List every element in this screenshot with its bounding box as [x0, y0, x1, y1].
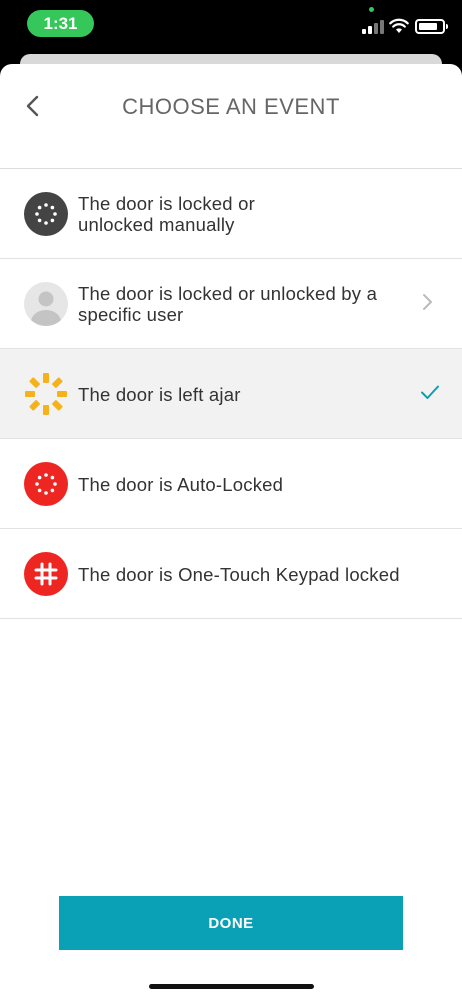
event-item-manual[interactable]: The door is locked or unlocked manually — [0, 169, 462, 259]
wifi-icon — [389, 18, 409, 33]
home-indicator[interactable] — [149, 984, 314, 989]
event-item-specific-user[interactable]: The door is locked or unlocked by a speci… — [0, 259, 462, 349]
event-label: The door is locked or unlocked manually — [78, 193, 255, 235]
battery-icon — [415, 19, 448, 34]
mic-indicator — [369, 7, 374, 12]
header: CHOOSE AN EVENT — [0, 64, 462, 169]
ajar-icon — [25, 373, 67, 415]
page-title: CHOOSE AN EVENT — [122, 94, 340, 119]
event-label: The door is One-Touch Keypad locked — [78, 563, 400, 585]
auto-lock-icon — [24, 462, 68, 506]
keypad-hash-icon — [24, 552, 68, 596]
status-time: 1:31 — [27, 10, 94, 37]
event-sheet: CHOOSE AN EVENT The door is locked or unl… — [0, 64, 462, 1000]
event-item-left-ajar[interactable]: The door is left ajar — [0, 349, 462, 439]
manual-lock-icon — [24, 192, 68, 236]
status-bar: 1:31 — [0, 0, 462, 50]
cellular-signal-icon — [362, 20, 384, 34]
event-item-auto-locked[interactable]: The door is Auto-Locked — [0, 439, 462, 529]
event-label: The door is left ajar — [78, 383, 241, 405]
event-item-keypad-locked[interactable]: The door is One-Touch Keypad locked — [0, 529, 462, 619]
done-button[interactable]: DONE — [59, 896, 403, 950]
chevron-right-icon — [423, 294, 432, 310]
event-label: The door is Auto-Locked — [78, 473, 284, 495]
user-avatar-icon — [24, 282, 68, 326]
event-label: The door is locked or unlocked by a speci… — [78, 283, 378, 325]
checkmark-icon — [421, 385, 439, 399]
event-list: The door is locked or unlocked manually T… — [0, 169, 462, 619]
